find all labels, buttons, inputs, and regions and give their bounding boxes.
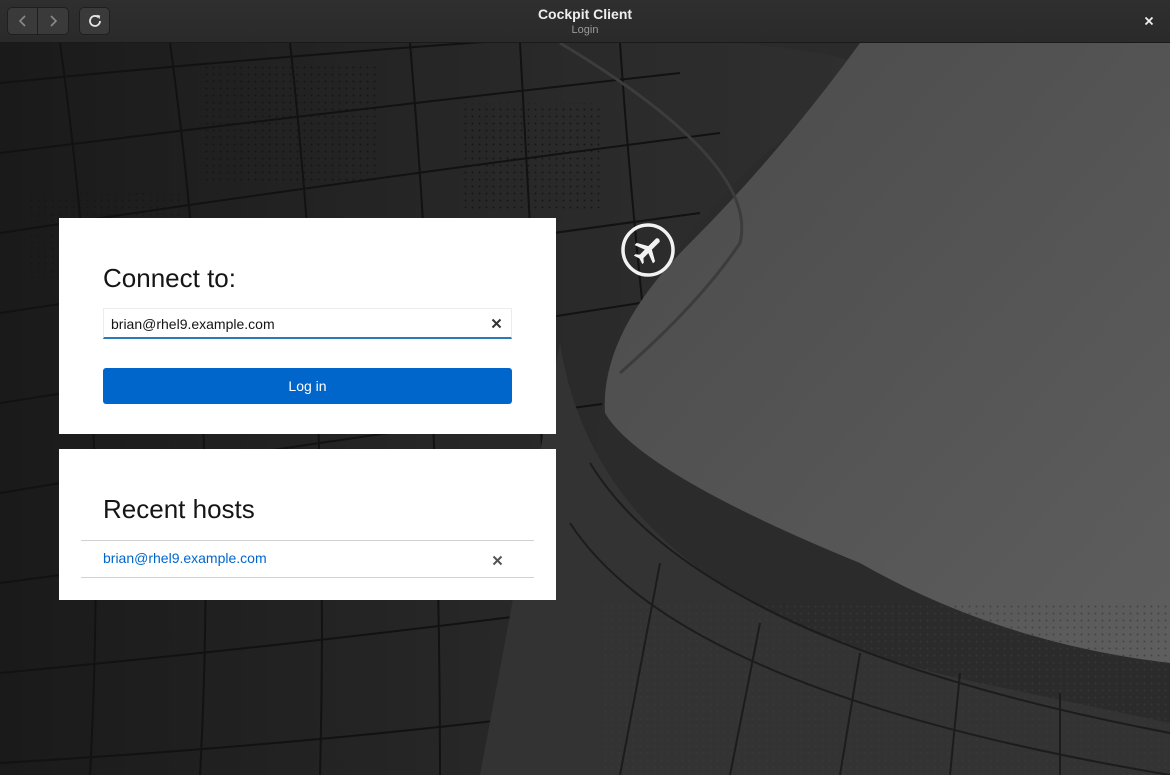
close-window-button[interactable] [1138, 10, 1160, 32]
recent-hosts-heading: Recent hosts [103, 494, 255, 524]
header-bar: Cockpit Client Login [0, 0, 1170, 43]
cockpit-logo-icon [621, 223, 675, 277]
recent-host-link[interactable]: brian@rhel9.example.com [103, 550, 267, 566]
login-button[interactable]: Log in [103, 368, 512, 404]
connect-heading: Connect to: [103, 263, 236, 293]
recent-hosts-card: Recent hosts brian@rhel9.example.com [59, 449, 556, 600]
window-subtitle: Login [571, 24, 599, 36]
connect-card: Connect to: Log in [59, 218, 556, 434]
close-icon [1144, 16, 1154, 26]
window-title: Cockpit Client [537, 6, 633, 22]
host-input[interactable] [104, 309, 474, 338]
remove-recent-host-button[interactable] [490, 553, 504, 567]
cockpit-client-window: Cockpit Client Login Connect to: brian@r… [0, 0, 1170, 775]
title-area: Cockpit Client Login [0, 6, 1170, 37]
host-input-container [103, 308, 512, 339]
clear-host-button[interactable] [489, 316, 503, 330]
close-icon [491, 318, 501, 328]
recent-hosts-list: brian@rhel9.example.com [81, 540, 534, 578]
close-icon [492, 555, 502, 565]
